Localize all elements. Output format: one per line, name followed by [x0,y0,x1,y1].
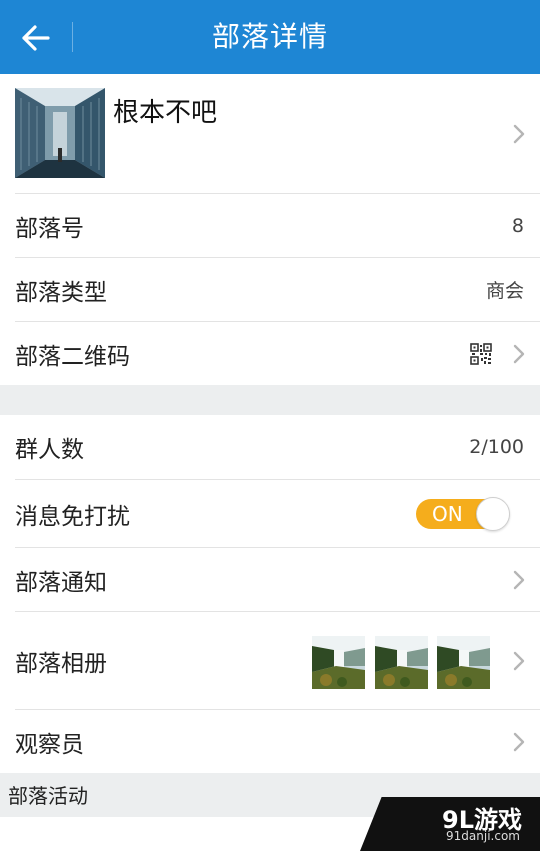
tribe-name: 根本不吧 [113,98,218,128]
tribe-notice-row[interactable]: 部落通知 [0,548,540,611]
member-count-value: 2/100 [469,436,524,458]
watermark: 9L游戏 91danji.com [360,797,540,851]
chevron-right-icon [513,651,525,670]
tribe-id-row: 部落号 8 [0,194,540,257]
tribe-qr-label: 部落二维码 [15,343,130,370]
tribe-avatar [15,88,105,178]
section-gap [0,385,540,415]
chevron-right-icon [513,124,525,143]
tribe-type-row: 部落类型 商会 [0,258,540,321]
album-thumbnail [312,636,365,689]
observer-label: 观察员 [15,731,84,758]
activity-section-label: 部落活动 [8,784,88,808]
toggle-state-text: ON [432,501,463,526]
tribe-type-label: 部落类型 [15,279,107,306]
top-bar: 部落详情 [0,0,540,74]
member-count-label: 群人数 [15,437,84,463]
mute-toggle[interactable]: ON [416,496,510,531]
tribe-id-label: 部落号 [15,215,84,242]
mute-row: 消息免打扰 ON [0,480,540,547]
tribe-notice-label: 部落通知 [15,569,107,596]
toggle-knob [476,496,510,531]
member-count-row: 群人数 2/100 [0,415,540,479]
qr-code-icon [470,342,492,365]
album-thumbnail [437,636,490,689]
observer-row[interactable]: 观察员 [0,710,540,773]
tribe-id-value: 8 [511,214,524,237]
back-button[interactable] [14,18,58,58]
mute-label: 消息免打扰 [15,503,130,530]
page-title: 部落详情 [211,20,328,53]
header-divider [72,22,73,52]
tribe-album-label: 部落相册 [15,650,107,677]
chevron-right-icon [513,732,525,751]
watermark-url: 91danji.com [446,829,520,843]
arrow-left-icon [22,25,50,51]
tribe-profile-row[interactable]: 根本不吧 [0,74,540,193]
tribe-album-row[interactable]: 部落相册 [0,612,540,709]
tribe-qr-row[interactable]: 部落二维码 [0,322,540,385]
album-thumbnail [375,636,428,689]
tribe-type-value: 商会 [485,280,524,302]
chevron-right-icon [513,570,525,589]
chevron-right-icon [513,344,525,363]
